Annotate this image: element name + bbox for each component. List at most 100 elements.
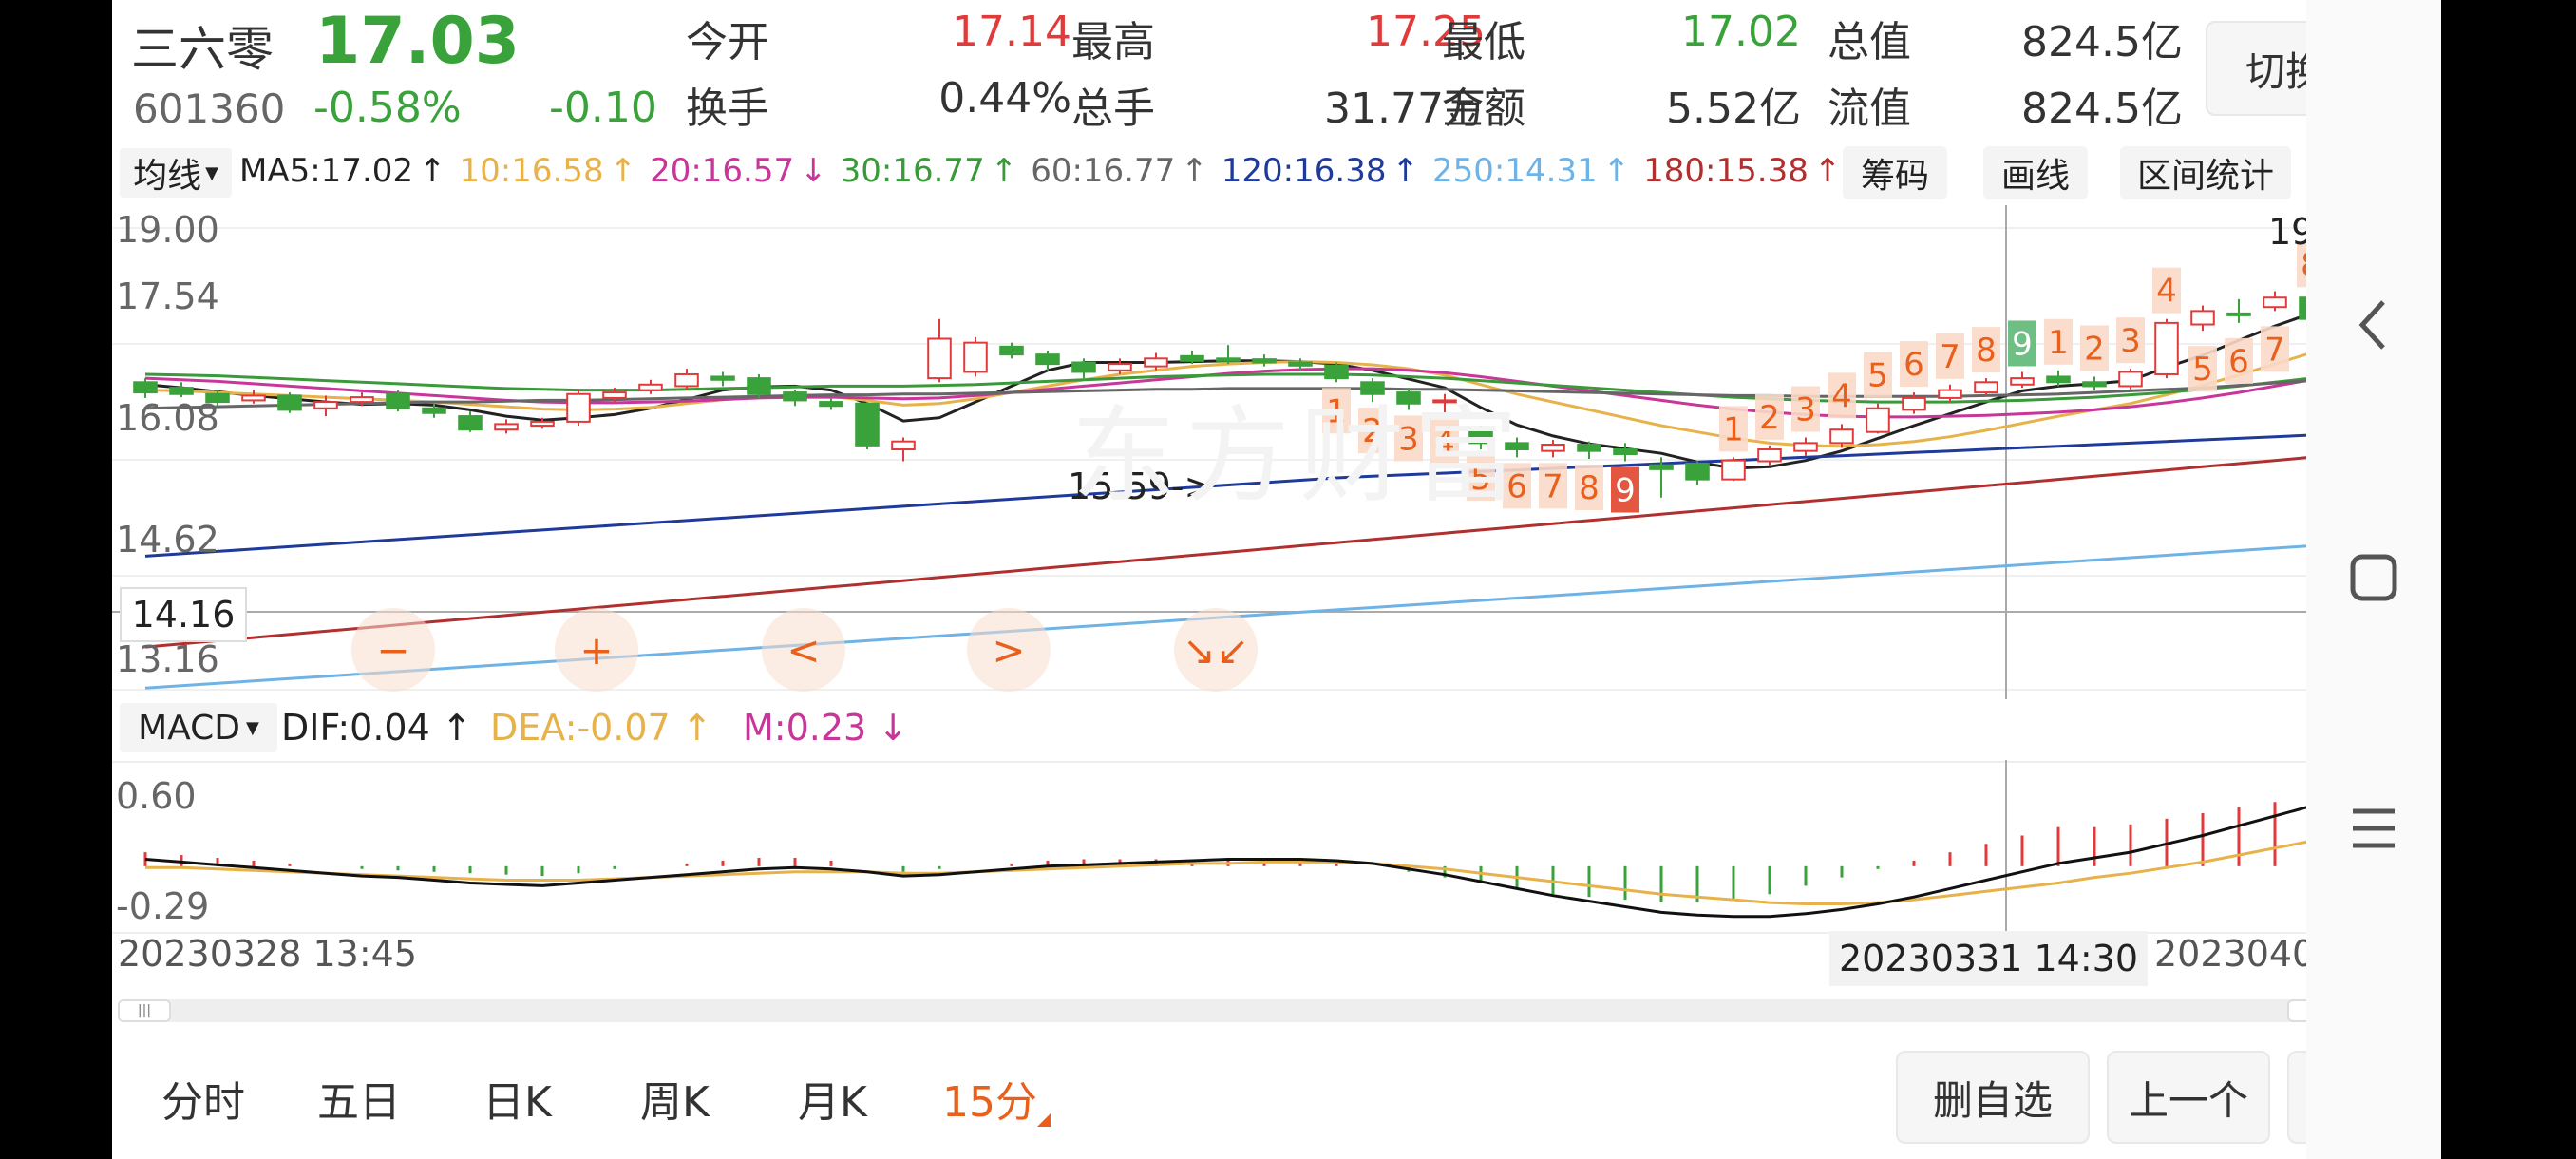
delete-watchlist-button[interactable]: 删自选	[1896, 1051, 2090, 1144]
stat-label: 总手	[1071, 85, 1155, 133]
indicator-selector[interactable]: MACD ▼	[120, 703, 277, 752]
macd-m: M:0.23 ↓	[743, 707, 908, 749]
scroll-handle-left[interactable]: |||	[118, 999, 171, 1022]
candle-body	[1216, 357, 1241, 362]
candle-body	[602, 391, 627, 399]
trend-arrow-icon: ↑	[1392, 152, 1419, 190]
chart-tool-button[interactable]: 画线	[1983, 146, 2088, 200]
candle-body	[1649, 464, 1674, 470]
chart-tool-button[interactable]: 筹码	[1843, 146, 1947, 200]
macd-axis-bottom: -0.29	[116, 885, 210, 927]
stat-value: 824.5亿	[2021, 85, 2183, 133]
period-tab[interactable]: 月K	[798, 1068, 867, 1129]
ma-legend-item: 20:16.57 ↓	[650, 152, 827, 190]
candle-body	[2010, 377, 2035, 386]
td-marker: 7	[1543, 467, 1563, 505]
candle-body	[1938, 389, 1962, 399]
ma-legend-item: 120:16.38 ↑	[1222, 152, 1419, 190]
ma-legend: MA5:17.02 ↑ 10:16.58 ↑ 20:16.57 ↓ 30:16.77 ↑ 60:…	[239, 152, 1854, 190]
candle-body	[2190, 310, 2215, 326]
candle-body	[783, 391, 807, 402]
back-icon[interactable]	[2306, 296, 2441, 353]
price-axis-label: 17.54	[116, 276, 219, 317]
trend-arrow-icon: ↓	[800, 152, 827, 190]
scroll-right-button[interactable]: >	[967, 608, 1051, 692]
candle-body	[747, 377, 771, 395]
candle-body	[1035, 353, 1060, 366]
zoom-out-button[interactable]: −	[351, 608, 435, 692]
candle-body	[963, 341, 988, 373]
stat-value: 0.44%	[938, 74, 1071, 123]
stat-value: 824.5亿	[2021, 18, 2183, 66]
stat-label: 最低	[1442, 18, 1525, 66]
shrink-button[interactable]: ↘↙	[1174, 608, 1258, 692]
td-marker: 6	[2228, 343, 2249, 381]
stat-value: 5.52亿	[1666, 85, 1801, 133]
candle-body	[1577, 444, 1601, 452]
previous-button[interactable]: 上一个	[2107, 1051, 2270, 1144]
ma-legend-value: 120:16.38	[1221, 152, 1387, 190]
trend-arrow-icon: ↑	[1602, 152, 1631, 190]
candle-body	[458, 415, 483, 431]
period-tab[interactable]: 周K	[640, 1068, 710, 1129]
macd-dif: DIF:0.04 ↑	[281, 707, 472, 749]
candle-body	[2263, 296, 2287, 309]
td-marker: 1	[1723, 410, 1744, 448]
stock-name: 三六零	[131, 22, 274, 77]
ma-legend-value: 20:16.57	[650, 152, 795, 190]
candle-body	[1829, 428, 1854, 445]
candle-body	[2082, 381, 2107, 388]
chart-scrollbar[interactable]: ||| |||	[118, 999, 2340, 1022]
period-tab[interactable]: 五日	[317, 1068, 401, 1129]
stat-label: 最高	[1071, 18, 1155, 66]
candle-body	[1541, 444, 1565, 452]
ma-legend-value: 10:16.58	[459, 152, 604, 190]
trend-arrow-icon: ↑	[419, 152, 446, 190]
td-marker: 9	[1615, 471, 1636, 509]
candle-body	[1288, 361, 1313, 367]
period-tab[interactable]: 日K	[483, 1068, 552, 1129]
trend-arrow-icon: ↑	[609, 152, 637, 190]
macd-axis-top: 0.60	[116, 775, 197, 817]
ma-legend-item: 30:16.77 ↑	[841, 152, 1018, 190]
up-arrow-icon: ↑	[681, 707, 712, 749]
ma-selector[interactable]: 均线 ▼	[120, 148, 232, 198]
ma-legend-item: 60:16.77 ↑	[1031, 152, 1208, 190]
zoom-in-button[interactable]: +	[555, 608, 638, 692]
up-arrow-icon: ↑	[441, 707, 472, 749]
price-axis-label: 13.16	[116, 638, 219, 680]
dropdown-caret-icon: ▼	[246, 717, 259, 738]
indicator-selector-label: MACD	[138, 708, 241, 748]
home-icon[interactable]	[2306, 553, 2441, 602]
candle-body	[1252, 358, 1277, 364]
td-marker: 2	[1759, 399, 1780, 437]
stock-price: 17.03	[315, 4, 521, 79]
candle-body	[169, 387, 194, 395]
td-marker: 7	[1940, 338, 1960, 376]
candle-body	[2046, 375, 2071, 384]
macd-chart[interactable]	[112, 760, 2441, 937]
crosshair-price-label: 14.16	[120, 587, 247, 642]
scroll-left-button[interactable]: <	[762, 608, 845, 692]
candle-body	[2118, 370, 2143, 388]
candle-body	[710, 375, 735, 381]
candle-body	[674, 372, 699, 388]
candle-body	[1613, 448, 1638, 456]
time-axis-cursor: 20230331 14:30	[1829, 931, 2149, 986]
menu-icon[interactable]	[2306, 804, 2441, 853]
candle-body	[855, 402, 880, 446]
candle-body	[277, 394, 302, 411]
candle-body	[1974, 381, 1998, 394]
td-marker: 4	[2156, 273, 2177, 311]
ma-legend-value: 60:16.77	[1031, 152, 1176, 190]
price-axis-label: 14.62	[116, 519, 219, 560]
td-marker: 2	[2084, 330, 2105, 368]
period-tab[interactable]: 15分	[942, 1068, 1037, 1129]
ma-legend-value: 180:15.38	[1643, 152, 1809, 190]
dropdown-caret-icon: ▼	[205, 162, 218, 183]
period-tab[interactable]: 分时	[161, 1068, 245, 1129]
candle-body	[927, 337, 952, 380]
macd-dif-value: DIF:0.04	[281, 707, 430, 749]
chart-tool-button[interactable]: 区间统计	[2120, 146, 2291, 200]
ma-legend-item: 180:15.38 ↑	[1643, 152, 1841, 190]
